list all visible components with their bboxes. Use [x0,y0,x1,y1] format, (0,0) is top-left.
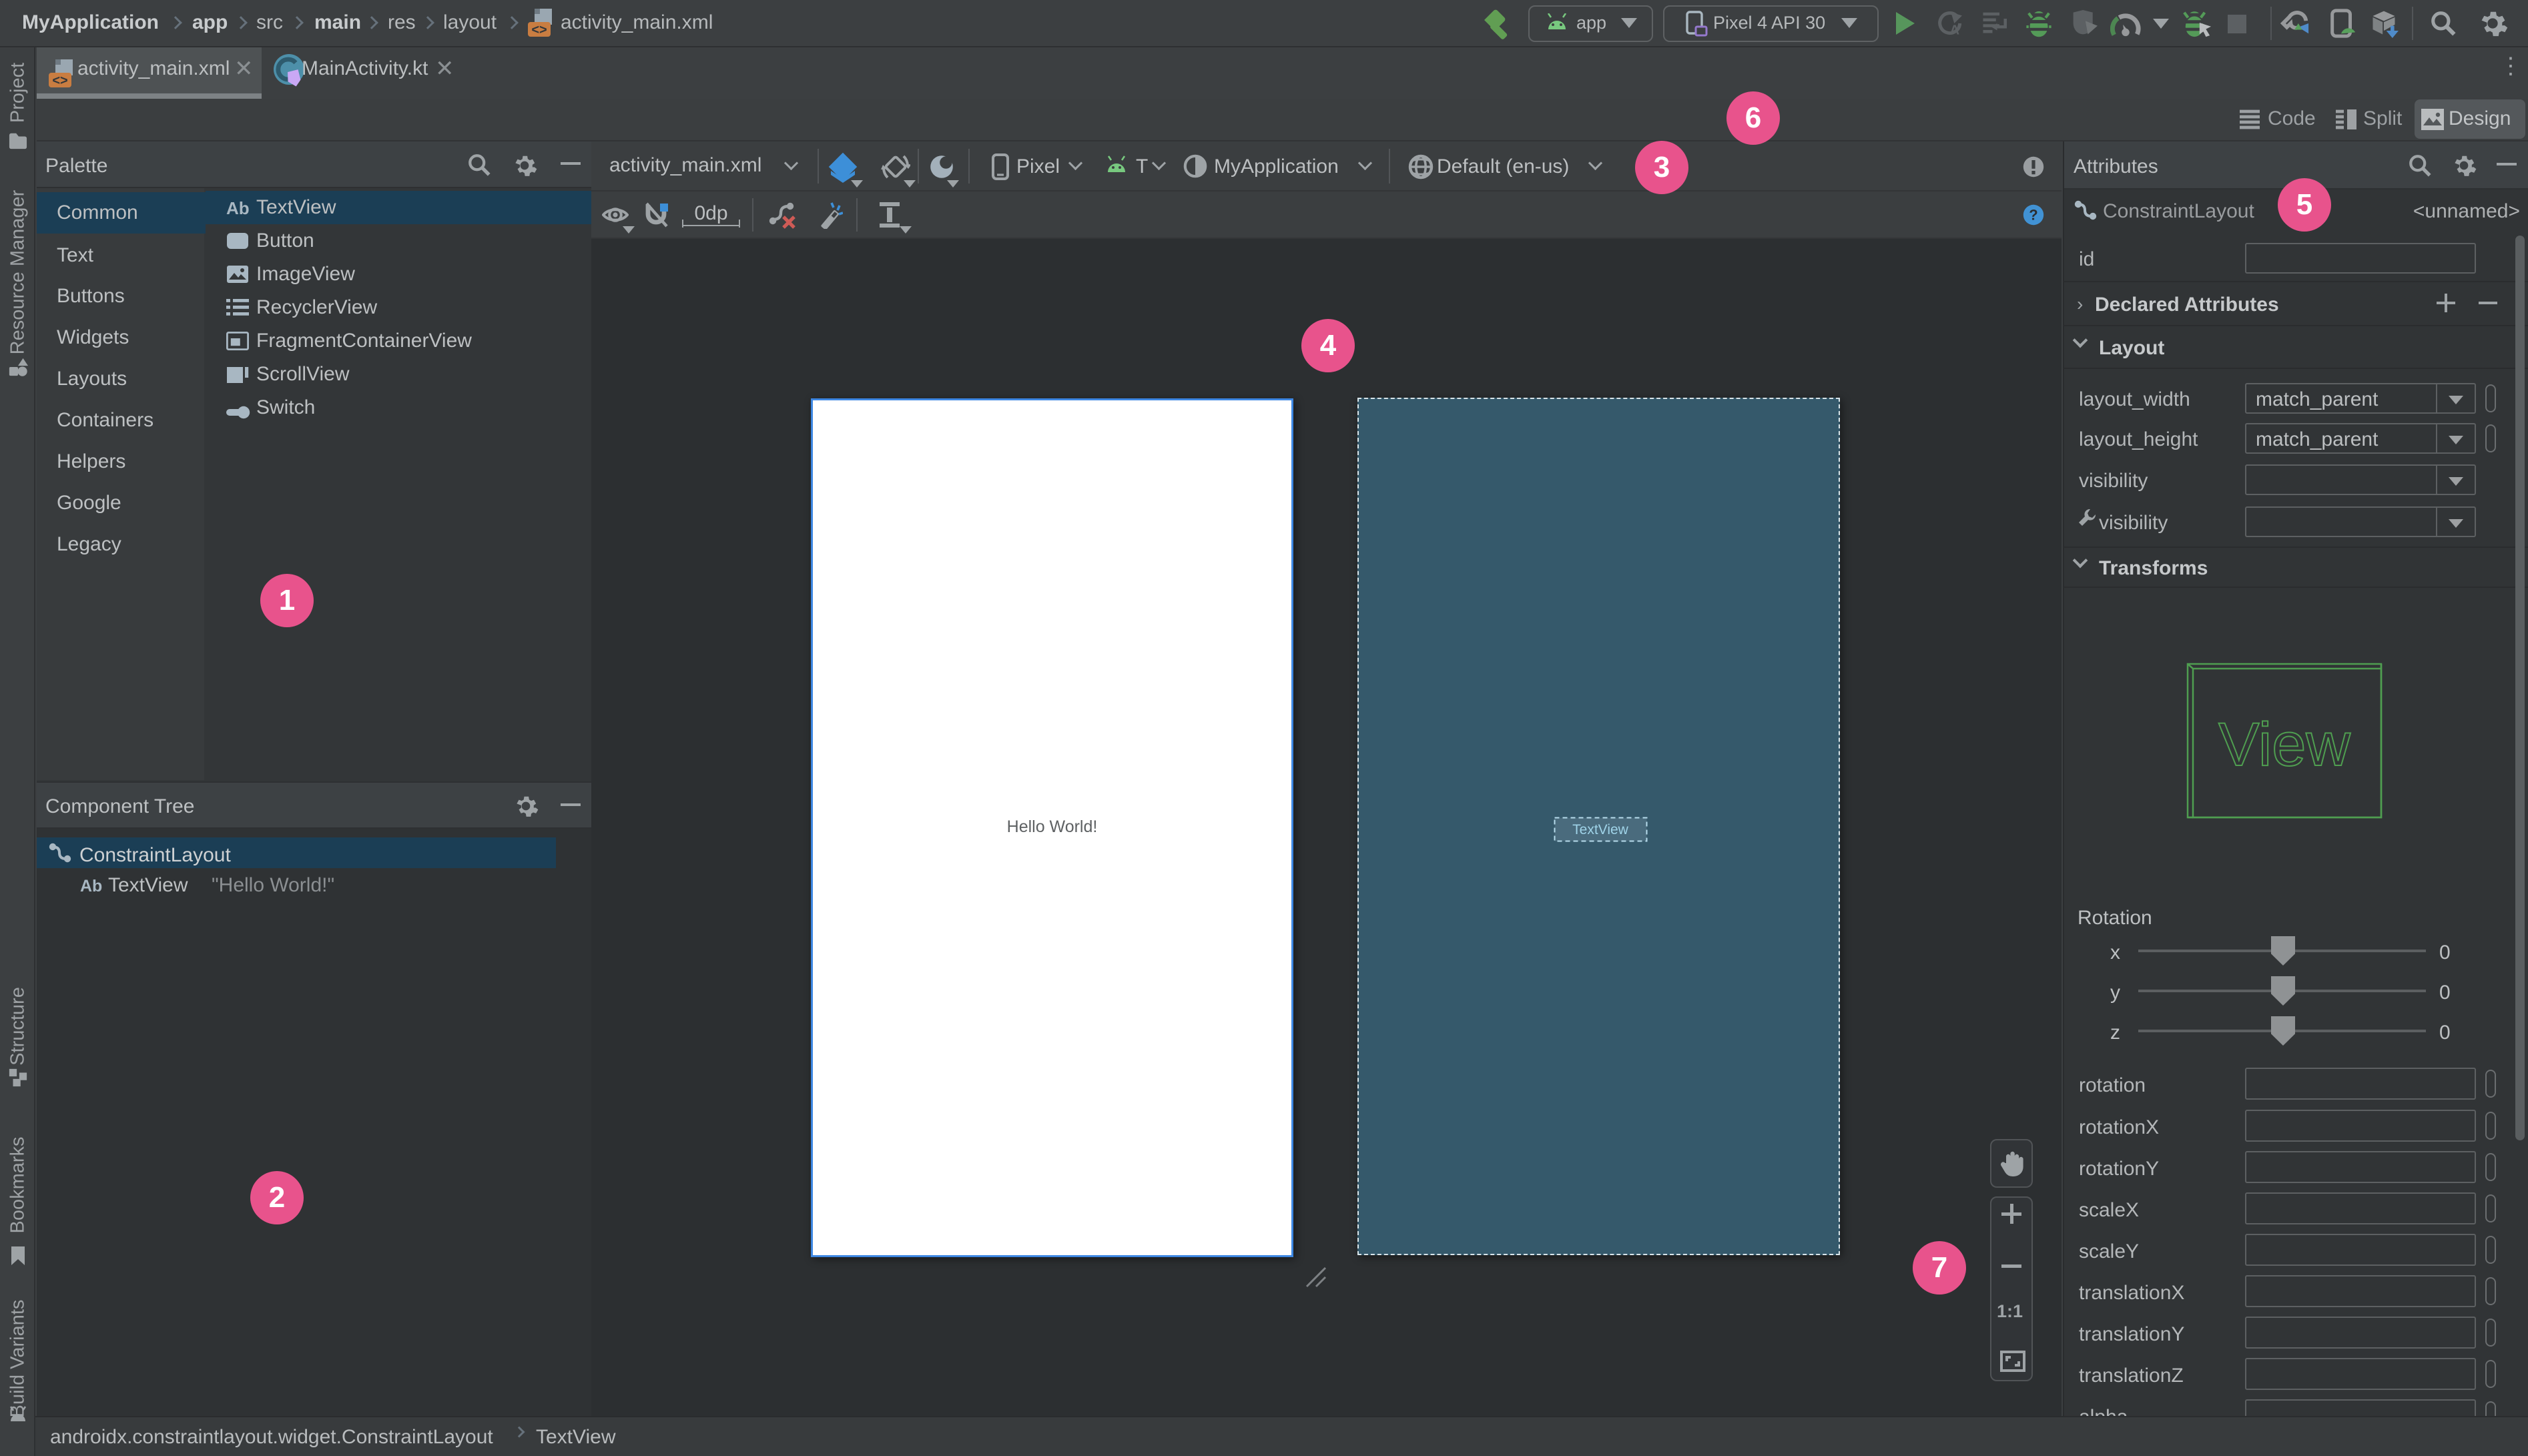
svg-text:TextView: TextView [1572,822,1628,837]
svg-text:<>: <> [52,73,67,88]
svg-text:<>: <> [531,23,547,37]
svg-text:A: A [1950,23,1959,37]
svg-text:View: View [2218,711,2350,779]
svg-text:?: ? [2029,207,2037,224]
